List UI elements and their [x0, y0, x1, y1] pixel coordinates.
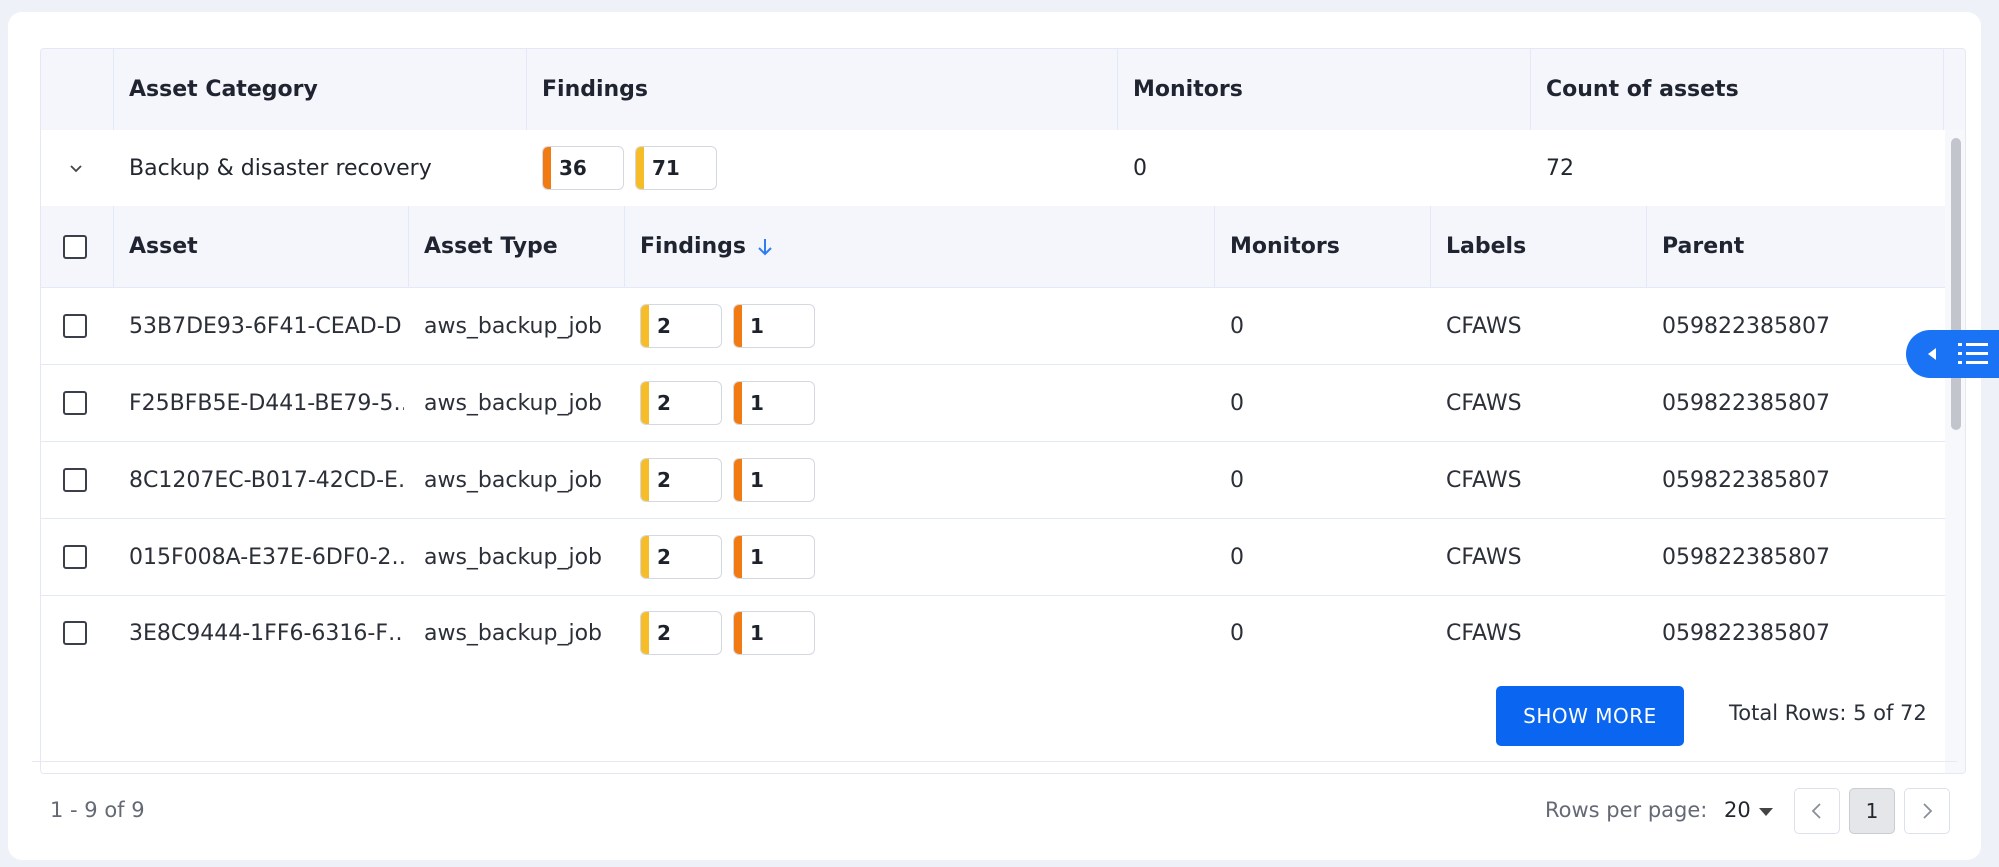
column-header-monitors[interactable]: Monitors [1133, 49, 1243, 130]
row-monitors: 0 [1230, 620, 1244, 646]
scrollbar-thumb[interactable] [1951, 138, 1961, 430]
severity-bar [543, 147, 551, 189]
finding-chip-medium[interactable]: 2 [640, 611, 722, 655]
row-monitors: 0 [1230, 390, 1244, 416]
column-header-monitors-inner[interactable]: Monitors [1230, 206, 1340, 287]
asset-id[interactable]: 53B7DE93-6F41-CEAD-D… [129, 288, 404, 364]
row-parent: 059822385807 [1662, 620, 1830, 646]
expand-toggle[interactable] [68, 130, 84, 206]
finding-chip-high[interactable]: 1 [733, 381, 815, 425]
row-checkbox[interactable] [63, 365, 87, 441]
column-header-parent[interactable]: Parent [1662, 206, 1744, 287]
finding-chip-high[interactable]: 1 [733, 535, 815, 579]
row-parent: 059822385807 [1662, 313, 1830, 339]
asset-type: aws_backup_job [424, 544, 602, 570]
arrow-down-icon [758, 238, 772, 255]
vertical-scrollbar[interactable] [1945, 130, 1965, 773]
row-checkbox[interactable] [63, 596, 87, 670]
table-row[interactable]: F25BFB5E-D441-BE79-5… aws_backup_job 2 1… [41, 365, 1945, 442]
finding-chip-medium[interactable]: 71 [635, 146, 717, 190]
caret-down-icon[interactable] [1759, 808, 1773, 816]
asset-id[interactable]: F25BFB5E-D441-BE79-5… [129, 365, 404, 441]
row-labels: CFAWS [1446, 544, 1522, 570]
inner-table-header: Asset Asset Type Findings Monitors Label… [41, 206, 1945, 287]
asset-type: aws_backup_job [424, 467, 602, 493]
row-parent: 059822385807 [1662, 467, 1830, 493]
row-parent: 059822385807 [1662, 544, 1830, 570]
data-grid: Asset Category Findings Monitors Count o… [40, 48, 1966, 774]
select-all-checkbox[interactable] [63, 206, 87, 287]
finding-chip-high[interactable]: 1 [733, 458, 815, 502]
column-header-asset-category[interactable]: Asset Category [129, 49, 318, 130]
column-header-findings-sorted[interactable]: Findings [640, 206, 774, 287]
severity-bar [636, 147, 644, 189]
finding-chip-medium[interactable]: 2 [640, 458, 722, 502]
finding-chip-high[interactable]: 36 [542, 146, 624, 190]
table-row[interactable]: 3E8C9444-1FF6-6316-F… aws_backup_job 2 1… [41, 596, 1945, 670]
next-page-button[interactable] [1904, 788, 1950, 834]
data-grid-card: Asset Category Findings Monitors Count o… [8, 12, 1981, 860]
row-checkbox[interactable] [63, 519, 87, 595]
row-findings: 2 1 [640, 519, 826, 595]
group-findings: 36 71 [542, 130, 728, 206]
group-row-backup: Backup & disaster recovery 36 71 0 72 [41, 130, 1945, 206]
group-count: 72 [1546, 155, 1574, 181]
row-monitors: 0 [1230, 467, 1244, 493]
row-findings: 2 1 [640, 365, 826, 441]
chevron-down-icon [70, 165, 82, 173]
group-monitors: 0 [1133, 155, 1147, 181]
column-header-asset[interactable]: Asset [129, 206, 198, 287]
page-button-current[interactable]: 1 [1849, 788, 1895, 834]
finding-chip-high[interactable]: 1 [733, 304, 815, 348]
row-findings: 2 1 [640, 288, 826, 364]
chevron-left-icon [1811, 803, 1821, 819]
row-checkbox[interactable] [63, 288, 87, 364]
asset-id[interactable]: 8C1207EC-B017-42CD-E… [129, 442, 404, 518]
asset-type: aws_backup_job [424, 620, 602, 646]
group-category: Backup & disaster recovery [129, 155, 432, 181]
list-icon [1958, 343, 1988, 364]
column-header-findings[interactable]: Findings [542, 49, 648, 130]
table-row[interactable]: 53B7DE93-6F41-CEAD-D… aws_backup_job 2 1… [41, 288, 1945, 365]
column-header-count-of-assets[interactable]: Count of assets [1546, 49, 1739, 130]
row-labels: CFAWS [1446, 390, 1522, 416]
rows-per-page-label: Rows per page: [1545, 798, 1708, 822]
row-labels: CFAWS [1446, 467, 1522, 493]
pagination-range: 1 - 9 of 9 [50, 798, 145, 822]
row-checkbox[interactable] [63, 442, 87, 518]
table-row[interactable]: 8C1207EC-B017-42CD-E… aws_backup_job 2 1… [41, 442, 1945, 519]
column-header-labels[interactable]: Labels [1446, 206, 1526, 287]
row-parent: 059822385807 [1662, 390, 1830, 416]
asset-type: aws_backup_job [424, 390, 602, 416]
row-labels: CFAWS [1446, 620, 1522, 646]
row-monitors: 0 [1230, 544, 1244, 570]
row-monitors: 0 [1230, 313, 1244, 339]
side-panel-toggle[interactable] [1906, 330, 1999, 378]
finding-chip-medium[interactable]: 2 [640, 304, 722, 348]
prev-page-button[interactable] [1794, 788, 1840, 834]
rows-per-page-select[interactable]: 20 [1724, 798, 1751, 822]
asset-type: aws_backup_job [424, 313, 602, 339]
total-rows-count: Total Rows: 5 of 72 [1729, 701, 1927, 725]
asset-id[interactable]: 015F008A-E37E-6DF0-2… [129, 519, 404, 595]
outer-table-header: Asset Category Findings Monitors Count o… [41, 49, 1965, 130]
table-row[interactable]: 015F008A-E37E-6DF0-2… aws_backup_job 2 1… [41, 519, 1945, 596]
asset-id[interactable]: 3E8C9444-1FF6-6316-F… [129, 596, 404, 670]
row-labels: CFAWS [1446, 313, 1522, 339]
column-header-asset-type[interactable]: Asset Type [424, 206, 558, 287]
finding-chip-high[interactable]: 1 [733, 611, 815, 655]
row-findings: 2 1 [640, 596, 826, 670]
caret-left-icon [1928, 348, 1936, 360]
finding-chip-medium[interactable]: 2 [640, 381, 722, 425]
show-more-button[interactable]: SHOW MORE [1496, 686, 1684, 746]
chevron-right-icon [1923, 803, 1933, 819]
row-findings: 2 1 [640, 442, 826, 518]
finding-chip-medium[interactable]: 2 [640, 535, 722, 579]
